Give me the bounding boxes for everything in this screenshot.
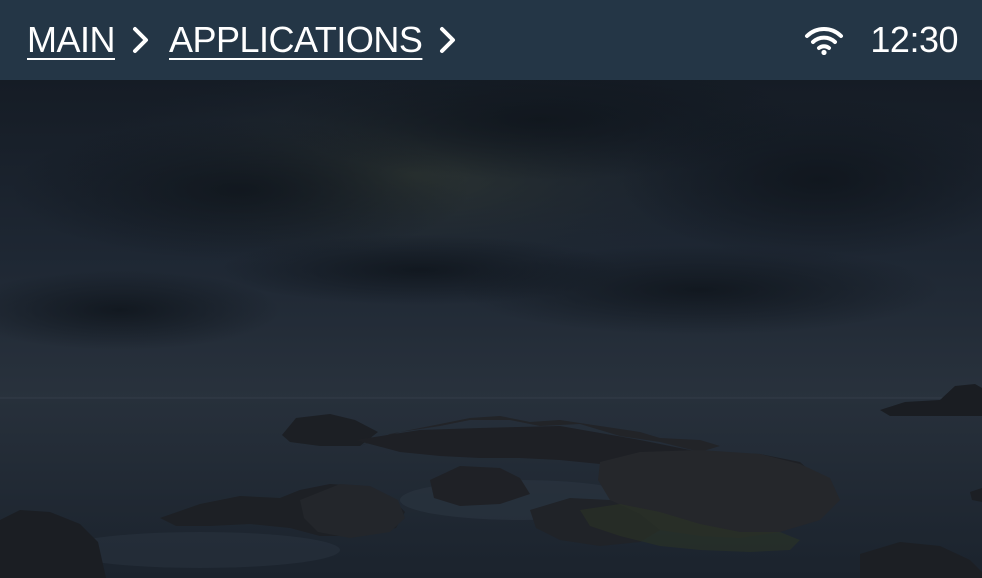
chevron-right-icon <box>129 25 153 55</box>
chevron-right-icon <box>436 25 460 55</box>
breadcrumb-main-link[interactable]: MAIN <box>27 22 116 58</box>
status-area: 12:30 <box>804 0 958 80</box>
breadcrumb-applications-link[interactable]: APPLICATIONS <box>169 22 423 58</box>
breadcrumb: MAIN APPLICATIONS <box>27 0 476 80</box>
wallpaper-image <box>0 80 982 578</box>
home-screen: MAIN APPLICATIONS 12:30 <box>0 0 982 578</box>
wifi-icon <box>804 25 844 55</box>
top-bar: MAIN APPLICATIONS 12:30 <box>0 0 982 80</box>
clock: 12:30 <box>870 19 958 60</box>
